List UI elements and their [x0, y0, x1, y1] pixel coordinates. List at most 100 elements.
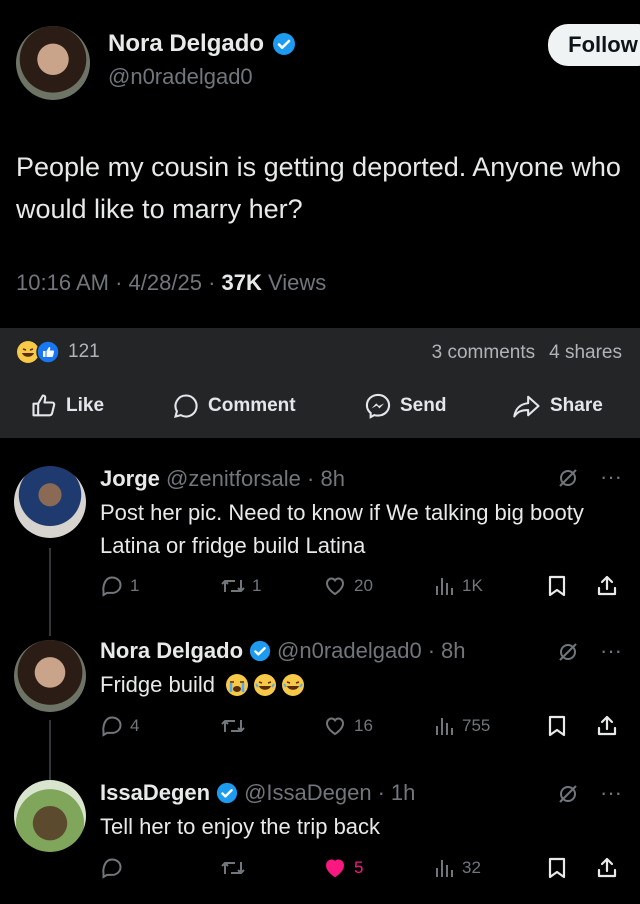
author-name[interactable]: Nora Delgado [108, 30, 264, 58]
reply-text: Fridge build [100, 672, 215, 697]
like-button[interactable]: 16 [322, 714, 373, 738]
repost-button[interactable] [220, 714, 252, 738]
reply-button[interactable]: 1 [100, 574, 139, 598]
reply-count: 1 [130, 576, 140, 595]
grok-icon[interactable] [556, 640, 580, 664]
facebook-reaction-bar: 121 3 comments 4 shares Like Comment Sen… [0, 328, 640, 438]
follow-button[interactable]: Follow [548, 24, 640, 66]
views-count: 37K [221, 270, 262, 295]
fb-share-icon [512, 392, 542, 420]
reply-author-handle[interactable]: @n0radelgad0 [277, 638, 422, 664]
post-date[interactable]: 4/28/25 [129, 270, 202, 295]
reaction-summary[interactable]: 121 [16, 340, 100, 364]
grok-icon[interactable] [556, 782, 580, 806]
reply-text: Post her pic. Need to know if We talking… [100, 500, 584, 558]
fb-comment-button[interactable]: Comment [172, 392, 296, 420]
like-count: 5 [354, 858, 364, 877]
views-button[interactable]: 1K [432, 574, 483, 598]
reply-count: 4 [130, 716, 140, 735]
author-avatar[interactable] [16, 26, 90, 100]
comment-bubble-icon [172, 392, 200, 420]
fb-share-button[interactable]: Share [512, 392, 603, 420]
fb-send-button[interactable]: Send [364, 392, 446, 420]
reply-avatar[interactable] [14, 466, 86, 538]
reply-icon [102, 716, 122, 737]
bookmark-icon [548, 575, 566, 597]
repost-button[interactable]: 1 [220, 574, 261, 598]
share-button[interactable] [596, 856, 618, 880]
views-count: 755 [462, 716, 491, 735]
reply-author-name[interactable]: Nora Delgado [100, 638, 243, 664]
views-count: 1K [462, 576, 483, 595]
post-text: People my cousin is getting deported. An… [16, 152, 621, 224]
post-time[interactable]: 10:16 AM [16, 270, 109, 295]
reply-button[interactable] [100, 856, 130, 880]
repost-count: 1 [252, 576, 262, 595]
bookmark-button[interactable] [546, 856, 568, 880]
repost-icon [221, 862, 245, 874]
share-icon [597, 575, 617, 596]
like-reaction-icon [36, 340, 60, 364]
post-meta: 10:16 AM · 4/28/25 · 37K Views [16, 270, 327, 295]
views-button[interactable]: 755 [432, 714, 490, 738]
heart-icon [325, 717, 345, 736]
author-handle[interactable]: @n0radelgad0 [108, 64, 253, 90]
reply-time[interactable]: 1h [391, 780, 415, 806]
reply-avatar[interactable] [14, 780, 86, 852]
verified-icon [249, 640, 271, 662]
shares-count[interactable]: 4 shares [549, 342, 622, 364]
like-button[interactable]: 20 [322, 574, 373, 598]
reply-author-handle[interactable]: @IssaDegen [244, 780, 372, 806]
views-icon [436, 860, 453, 877]
reply-author-name[interactable]: Jorge [100, 466, 160, 491]
bookmark-button[interactable] [546, 574, 568, 598]
views-count: 32 [462, 858, 481, 877]
reply-time[interactable]: 8h [441, 638, 465, 664]
views-icon [436, 718, 453, 735]
views-icon [436, 578, 453, 595]
heart-icon [325, 859, 345, 878]
share-button[interactable] [596, 574, 618, 598]
more-icon[interactable]: ··· [600, 780, 622, 806]
reply-author-name[interactable]: IssaDegen [100, 780, 210, 806]
reply-author-handle[interactable]: @zenitforsale [166, 466, 301, 491]
reply-avatar[interactable] [14, 640, 86, 712]
verified-icon [272, 32, 296, 56]
share-button[interactable] [596, 714, 618, 738]
fb-like-button[interactable]: Like [30, 392, 104, 420]
reply-icon [102, 858, 122, 879]
verified-icon [216, 782, 238, 804]
bookmark-icon [548, 857, 566, 879]
bookmark-button[interactable] [546, 714, 568, 738]
fb-comment-label: Comment [208, 395, 296, 416]
fb-like-label: Like [66, 395, 105, 416]
fb-send-label: Send [400, 395, 447, 416]
thread-line [49, 548, 51, 636]
bookmark-icon [548, 715, 566, 737]
repost-button[interactable] [220, 856, 252, 880]
grok-icon[interactable] [556, 466, 580, 490]
like-count: 16 [354, 716, 373, 735]
laughing-emoji [253, 673, 277, 697]
more-icon[interactable]: ··· [600, 638, 622, 664]
reply-time[interactable]: 8h [320, 466, 344, 491]
reply-button[interactable]: 4 [100, 714, 139, 738]
laughing-emoji [281, 673, 305, 697]
crying-emoji [225, 673, 249, 697]
more-icon[interactable]: ··· [600, 464, 622, 490]
thread-line [49, 720, 51, 780]
like-count: 20 [354, 576, 373, 595]
fb-share-label: Share [550, 395, 603, 416]
repost-icon [221, 720, 245, 732]
share-icon [597, 857, 617, 878]
like-button[interactable]: 5 [322, 856, 363, 880]
like-thumb-icon [30, 392, 58, 420]
reaction-count: 121 [68, 341, 100, 362]
messenger-icon [364, 392, 392, 420]
heart-icon [325, 577, 345, 596]
comments-count[interactable]: 3 comments [432, 342, 535, 364]
views-label: Views [268, 270, 327, 295]
reply-icon [102, 576, 122, 597]
reply-text: Tell her to enjoy the trip back [100, 814, 381, 839]
views-button[interactable]: 32 [432, 856, 481, 880]
